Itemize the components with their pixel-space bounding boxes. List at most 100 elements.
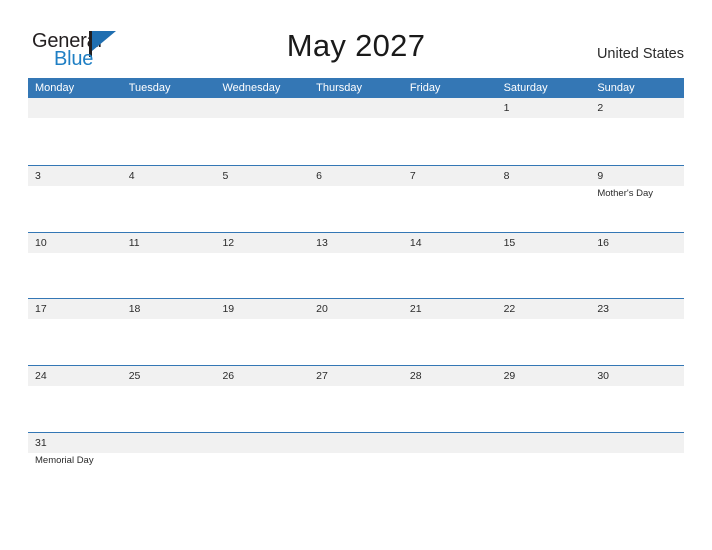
day-cell[interactable]: 7 [403,166,497,232]
day-cell[interactable]: 14 [403,233,497,299]
calendar-week-row: 10 11 12 13 14 15 16 [28,231,684,299]
day-cell[interactable]: 10 [28,233,122,299]
day-number: 30 [597,370,609,383]
day-cell-empty [122,98,216,165]
calendar-week-row: 31 Memorial Day [28,431,684,499]
day-cell[interactable]: 4 [122,166,216,232]
day-number: 10 [35,236,47,249]
weekday-header-friday: Friday [409,82,441,94]
day-cell[interactable]: 18 [122,299,216,365]
day-number: 19 [222,303,235,316]
week-cells: 31 Memorial Day [28,433,684,499]
day-cell-empty [590,433,684,499]
day-number: 31 [35,436,47,449]
weekday-header-thursday: Thursday [316,82,363,94]
weekday-header-sunday: Sunday [597,82,635,94]
day-cell[interactable]: 20 [309,299,403,365]
day-cell[interactable]: 31 Memorial Day [28,433,122,499]
day-cell[interactable]: 29 [497,366,591,432]
day-cell[interactable]: 5 [215,166,309,232]
day-cell-empty [122,433,216,499]
day-number: 4 [128,169,135,182]
day-number: 13 [316,236,328,249]
day-cell-empty [215,98,309,165]
day-cell[interactable]: 11 [122,233,216,299]
day-number: 18 [128,303,141,316]
day-cell[interactable]: 30 [590,366,684,432]
day-cell-empty [28,98,122,165]
calendar-page: General Blue May 2027 United States Mond… [0,0,712,550]
day-number: 14 [409,236,422,249]
calendar-body: 1 2 3 4 5 6 7 8 9 Mother's Day 10 11 12 13 14 15 16 17 18 1… [28,98,684,499]
day-event-label: Mother's Day [597,187,653,199]
day-cell[interactable]: 21 [403,299,497,365]
day-cell-empty [403,433,497,499]
day-cell-empty [403,98,497,165]
day-number: 12 [222,236,235,249]
day-cell[interactable]: 2 [590,98,684,165]
day-cell[interactable]: 28 [403,366,497,432]
week-cells: 10 11 12 13 14 15 16 [28,233,684,299]
day-cell-empty [215,433,309,499]
calendar-week-row: 24 25 26 27 28 29 30 [28,365,684,432]
day-number: 16 [597,236,609,249]
day-number: 27 [316,370,328,383]
day-number: 25 [128,370,141,383]
day-cell[interactable]: 26 [215,366,309,432]
day-number: 24 [35,370,47,383]
weekday-header-wednesday: Wednesday [222,82,281,94]
day-number: 8 [503,169,510,182]
day-event-label: Memorial Day [35,454,94,466]
day-number: 20 [316,303,328,316]
day-cell[interactable]: 15 [497,233,591,299]
day-number: 11 [128,236,140,249]
calendar-week-row: 17 18 19 20 21 22 23 [28,298,684,365]
day-number: 1 [503,102,510,114]
day-number: 2 [597,102,604,114]
country-label: United States [596,46,684,62]
day-number: 6 [316,169,322,182]
day-cell[interactable]: 22 [497,299,591,365]
day-number: 17 [35,303,47,316]
day-cell[interactable]: 24 [28,366,122,432]
day-number: 26 [222,370,235,383]
day-cell[interactable]: 27 [309,366,403,432]
day-number: 29 [503,370,516,383]
day-cell[interactable]: 1 [497,98,591,165]
day-number: 3 [35,169,41,182]
day-number: 9 [597,169,604,182]
week-cells: 3 4 5 6 7 8 9 Mother's Day [28,166,684,232]
day-cell[interactable]: 12 [215,233,309,299]
day-number: 15 [503,236,516,249]
day-cell-empty [497,433,591,499]
day-number: 28 [409,370,422,383]
day-cell[interactable]: 6 [309,166,403,232]
day-cell[interactable]: 17 [28,299,122,365]
week-cells: 12 [28,98,684,165]
day-number: 22 [503,303,516,316]
weekday-header-monday: Monday [35,82,75,94]
day-cell[interactable]: 13 [309,233,403,299]
day-number: 21 [409,303,422,316]
day-cell[interactable]: 8 [497,166,591,232]
week-cells: 24 25 26 27 28 29 30 [28,366,684,432]
calendar-week-row: 12 [28,98,684,165]
calendar-week-row: 3 4 5 6 7 8 9 Mother's Day [28,164,684,232]
weekday-header-row: Monday Tuesday Wednesday Thursday Friday Satu… [28,78,684,98]
day-cell[interactable]: 25 [122,366,216,432]
calendar-grid: Monday Tuesday Wednesday Thursday Friday Satu… [28,78,684,499]
day-cell[interactable]: 3 [28,166,122,232]
weekday-header-tuesday: Tuesday [128,82,171,94]
day-number: 5 [222,169,229,182]
day-cell[interactable]: 9 Mother's Day [590,166,684,232]
day-number: 7 [409,169,416,182]
day-cell[interactable]: 16 [590,233,684,299]
day-cell[interactable]: 23 [590,299,684,365]
day-number: 23 [597,303,609,316]
page-header: General Blue May 2027 United States [0,0,712,78]
week-cells: 17 18 19 20 21 22 23 [28,299,684,365]
day-cell[interactable]: 19 [215,299,309,365]
day-cell-empty [309,433,403,499]
weekday-header-saturday: Saturday [503,82,548,94]
day-cell-empty [309,98,403,165]
